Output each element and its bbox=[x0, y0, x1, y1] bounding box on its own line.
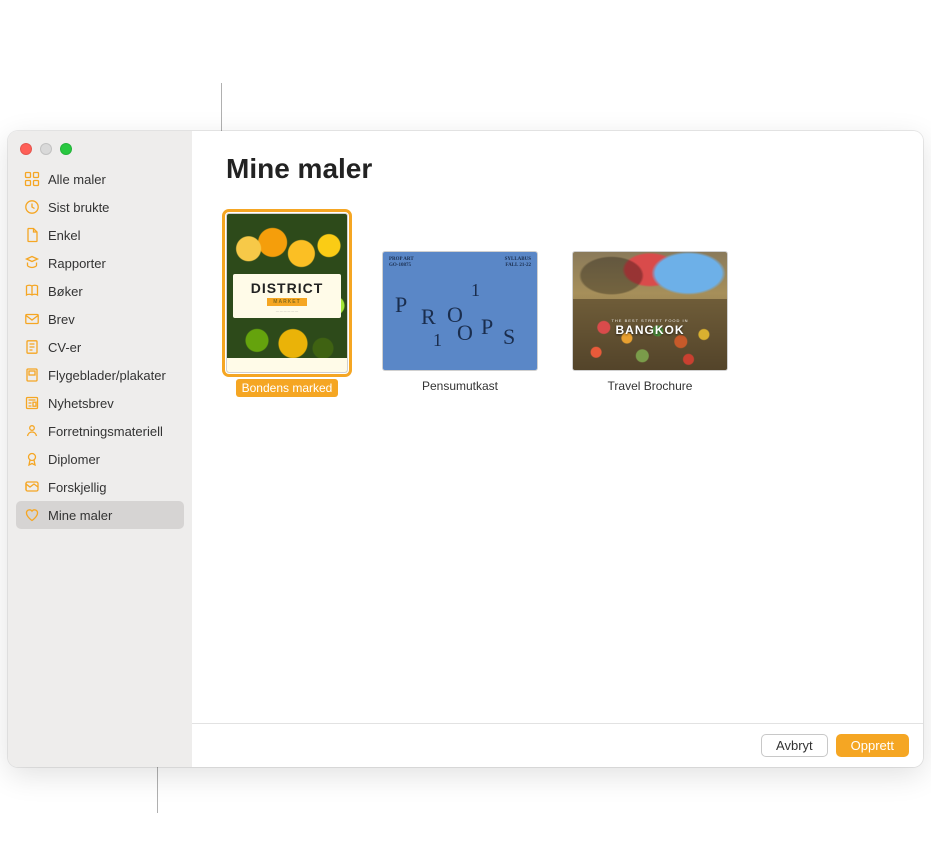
clock-icon bbox=[24, 199, 40, 215]
thumb-overline: THE BEST STREET FOOD IN bbox=[573, 318, 727, 323]
book-icon bbox=[24, 283, 40, 299]
sidebar-item-label: Sist brukte bbox=[48, 200, 109, 215]
sidebar-item-cv-er[interactable]: CV-er bbox=[16, 333, 184, 361]
heart-icon bbox=[24, 507, 40, 523]
sidebar-item-boker[interactable]: Bøker bbox=[16, 277, 184, 305]
sidebar-item-rapporter[interactable]: Rapporter bbox=[16, 249, 184, 277]
sidebar-item-sist-brukte[interactable]: Sist brukte bbox=[16, 193, 184, 221]
thumb-subtitle: MARKET bbox=[267, 298, 306, 306]
letter-icon bbox=[24, 311, 40, 327]
sidebar-item-label: Bøker bbox=[48, 284, 83, 299]
sidebar-item-label: Mine maler bbox=[48, 508, 112, 523]
fullscreen-window-button[interactable] bbox=[60, 143, 72, 155]
newsletter-icon bbox=[24, 395, 40, 411]
doc-icon bbox=[24, 227, 40, 243]
diploma-icon bbox=[24, 451, 40, 467]
sidebar-list: Alle maler Sist brukte Enkel Rapporter bbox=[8, 165, 192, 529]
thumb-title: DISTRICT bbox=[251, 280, 324, 296]
sidebar-item-brev[interactable]: Brev bbox=[16, 305, 184, 333]
sidebar-item-label: Rapporter bbox=[48, 256, 106, 271]
sidebar-item-label: Nyhetsbrev bbox=[48, 396, 114, 411]
sidebar-item-label: Brev bbox=[48, 312, 75, 327]
template-thumbnail[interactable]: THE BEST STREET FOOD IN BANGKOK bbox=[572, 251, 728, 371]
sidebar-item-forskjellig[interactable]: Forskjellig bbox=[16, 473, 184, 501]
cancel-button[interactable]: Avbryt bbox=[761, 734, 828, 757]
main-panel: Mine maler DISTRICT MARKET — — — — — — B… bbox=[192, 131, 923, 767]
cv-icon bbox=[24, 339, 40, 355]
template-pensumutkast[interactable]: PROP ART GO-10875 SYLLABUS FALL 21-22 P … bbox=[382, 213, 538, 395]
close-window-button[interactable] bbox=[20, 143, 32, 155]
sidebar-item-label: Alle maler bbox=[48, 172, 106, 187]
template-travel-brochure[interactable]: THE BEST STREET FOOD IN BANGKOK Travel B… bbox=[572, 213, 728, 395]
template-grid: DISTRICT MARKET — — — — — — Bondens mark… bbox=[192, 195, 923, 723]
sidebar-item-alle-maler[interactable]: Alle maler bbox=[16, 165, 184, 193]
poster-icon bbox=[24, 367, 40, 383]
sidebar-item-label: Forretningsmateriell bbox=[48, 424, 163, 439]
grid-icon bbox=[24, 171, 40, 187]
template-chooser-window: Alle maler Sist brukte Enkel Rapporter bbox=[8, 131, 923, 767]
sidebar-item-label: Flygeblader/plakater bbox=[48, 368, 166, 383]
misc-icon bbox=[24, 479, 40, 495]
template-label: Pensumutkast bbox=[416, 377, 504, 395]
sidebar-item-nyhetsbrev[interactable]: Nyhetsbrev bbox=[16, 389, 184, 417]
sidebar-item-mine-maler[interactable]: Mine maler bbox=[16, 501, 184, 529]
sidebar-item-label: CV-er bbox=[48, 340, 81, 355]
sidebar-item-diplomer[interactable]: Diplomer bbox=[16, 445, 184, 473]
sidebar-item-label: Forskjellig bbox=[48, 480, 107, 495]
sidebar-item-label: Enkel bbox=[48, 228, 81, 243]
sidebar: Alle maler Sist brukte Enkel Rapporter bbox=[8, 131, 192, 767]
window-controls bbox=[8, 139, 192, 165]
template-thumbnail[interactable]: DISTRICT MARKET — — — — — — bbox=[226, 213, 348, 373]
template-thumbnail[interactable]: PROP ART GO-10875 SYLLABUS FALL 21-22 P … bbox=[382, 251, 538, 371]
create-button[interactable]: Opprett bbox=[836, 734, 909, 757]
sidebar-item-enkel[interactable]: Enkel bbox=[16, 221, 184, 249]
report-icon bbox=[24, 255, 40, 271]
business-icon bbox=[24, 423, 40, 439]
sidebar-item-forretningsmateriell[interactable]: Forretningsmateriell bbox=[16, 417, 184, 445]
template-label[interactable]: Bondens marked bbox=[236, 379, 339, 397]
thumb-title: BANGKOK bbox=[573, 323, 727, 337]
footer: Avbryt Opprett bbox=[192, 724, 923, 767]
sidebar-item-flygeblader-plakater[interactable]: Flygeblader/plakater bbox=[16, 361, 184, 389]
template-bondens-marked[interactable]: DISTRICT MARKET — — — — — — Bondens mark… bbox=[226, 213, 348, 397]
main-header: Mine maler bbox=[192, 131, 923, 195]
template-label: Travel Brochure bbox=[602, 377, 699, 395]
sidebar-item-label: Diplomer bbox=[48, 452, 100, 467]
minimize-window-button[interactable] bbox=[40, 143, 52, 155]
page-title: Mine maler bbox=[226, 153, 889, 185]
